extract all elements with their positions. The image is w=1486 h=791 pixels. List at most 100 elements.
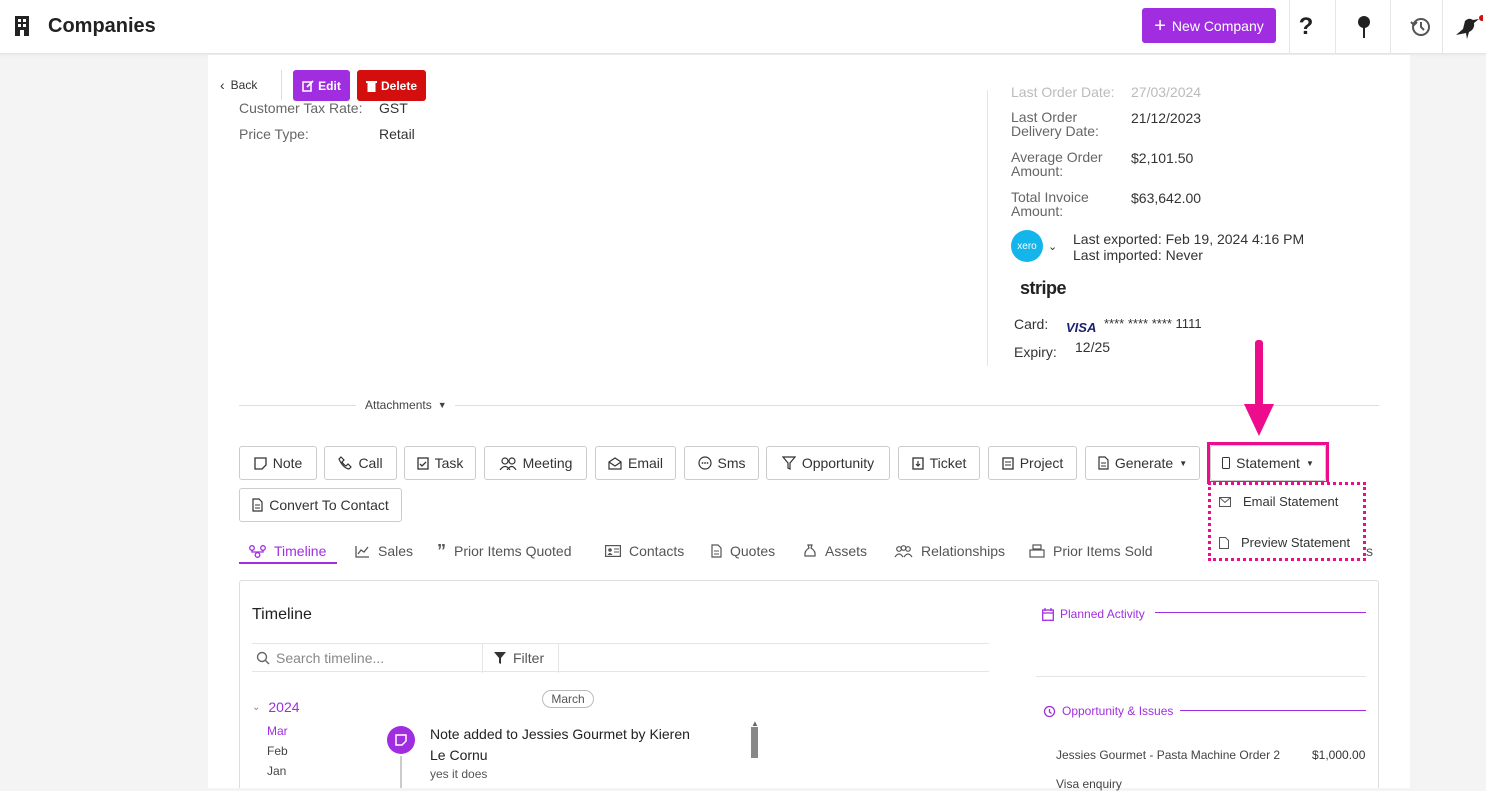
divider xyxy=(558,644,559,673)
chevron-down-icon: ⌄ xyxy=(252,701,261,713)
convert-label: Convert To Contact xyxy=(269,497,389,513)
call-button[interactable]: Call xyxy=(324,446,397,480)
divider xyxy=(987,90,988,366)
timeline-icon xyxy=(249,544,266,558)
note-button[interactable]: Note xyxy=(239,446,317,480)
search-icon xyxy=(256,651,270,665)
new-company-button[interactable]: + New Company xyxy=(1142,8,1276,43)
search-placeholder: Search timeline... xyxy=(276,650,385,666)
bird-avatar-icon[interactable] xyxy=(1452,11,1484,43)
page-title: Companies xyxy=(48,15,156,37)
filter-button[interactable]: Filter xyxy=(493,650,544,666)
tab-relationships[interactable]: Relationships xyxy=(894,538,1005,564)
convert-to-contact-button[interactable]: Convert To Contact xyxy=(239,488,402,522)
opportunity-button[interactable]: Opportunity xyxy=(766,446,890,480)
active-tab-underline xyxy=(239,562,337,564)
clipboard-icon xyxy=(1002,457,1014,470)
task-button[interactable]: Task xyxy=(404,446,476,480)
opportunity-name[interactable]: Visa enquiry xyxy=(1056,777,1122,791)
pin-icon[interactable] xyxy=(1348,11,1380,43)
opportunity-amount: $1,000.00 xyxy=(1312,748,1366,762)
visa-logo: VISA xyxy=(1066,320,1097,335)
divider xyxy=(1180,710,1366,711)
cash-register-icon xyxy=(1029,544,1045,558)
year-toggle[interactable]: ⌄ 2024 xyxy=(252,699,300,715)
history-icon[interactable] xyxy=(1405,11,1437,43)
divider xyxy=(1155,612,1366,613)
users-icon xyxy=(499,456,517,470)
tab-prior-items-sold[interactable]: Prior Items Sold xyxy=(1029,538,1153,564)
divider xyxy=(1390,0,1391,54)
xero-logo: xero xyxy=(1011,230,1043,262)
divider xyxy=(1036,676,1366,677)
caret-down-icon: ▼ xyxy=(437,400,447,410)
document-icon xyxy=(252,498,263,512)
month-jan[interactable]: Jan xyxy=(267,764,286,778)
search-timeline-input[interactable]: Search timeline... xyxy=(256,650,384,666)
envelope-icon xyxy=(1219,496,1231,507)
help-icon[interactable]: ? xyxy=(1290,11,1322,43)
quote-icon: ” xyxy=(437,541,446,561)
year-label: 2024 xyxy=(268,699,300,715)
email-button[interactable]: Email xyxy=(595,446,676,480)
note-label: Note xyxy=(272,455,303,471)
pdf-file-icon xyxy=(1219,536,1229,549)
tab-sales[interactable]: Sales xyxy=(355,538,413,564)
card-label: Card: xyxy=(1014,316,1049,332)
stripe-logo: stripe xyxy=(1020,278,1067,298)
delete-label: Delete xyxy=(380,78,418,93)
meeting-label: Meeting xyxy=(522,455,573,471)
divider xyxy=(455,405,1379,406)
clipboard-check-icon xyxy=(416,457,429,470)
chevron-down-icon[interactable]: ⌄ xyxy=(1048,240,1057,253)
tab-timeline[interactable]: Timeline xyxy=(249,538,326,564)
tab-quotes-label: Quotes xyxy=(730,543,776,559)
email-statement-item[interactable]: Email Statement xyxy=(1219,494,1338,509)
preview-statement-item[interactable]: Preview Statement xyxy=(1219,535,1350,550)
last-order-date-value: 27/03/2024 xyxy=(1131,84,1202,100)
tax-rate-value: GST xyxy=(379,100,408,116)
timeline-entry-body: yes it does xyxy=(430,767,488,781)
opportunity-name[interactable]: Jessies Gourmet - Pasta Machine Order 2 xyxy=(1056,748,1280,762)
edit-button[interactable]: Edit xyxy=(293,70,350,101)
month-feb[interactable]: Feb xyxy=(267,744,288,758)
timeline-line xyxy=(400,756,402,788)
tab-assets[interactable]: Assets xyxy=(803,538,867,564)
tab-contacts[interactable]: Contacts xyxy=(605,538,684,564)
tax-rate-label: Customer Tax Rate: xyxy=(239,100,363,116)
back-label: Back xyxy=(230,78,258,92)
statement-highlight xyxy=(1207,442,1329,484)
timeline-toolbar: Search timeline... Filter xyxy=(252,643,989,673)
filter-label: Filter xyxy=(513,650,545,666)
sms-label: Sms xyxy=(717,455,746,471)
project-button[interactable]: Project xyxy=(988,446,1077,480)
scroll-up-arrow[interactable]: ▲ xyxy=(751,719,759,728)
chat-icon xyxy=(697,456,712,470)
avg-order-value: $2,101.50 xyxy=(1131,150,1194,166)
divider xyxy=(482,644,483,673)
task-label: Task xyxy=(434,455,464,471)
generate-button[interactable]: Generate ▼ xyxy=(1085,446,1200,480)
attachments-toggle[interactable]: Attachments ▼ xyxy=(365,398,447,412)
chevron-left-icon: ‹ xyxy=(220,77,225,93)
scrollbar-thumb[interactable] xyxy=(751,727,758,758)
avg-order-label: Average Order Amount: xyxy=(1011,149,1103,179)
back-button[interactable]: ‹ Back xyxy=(220,77,257,93)
sms-button[interactable]: Sms xyxy=(684,446,759,480)
last-order-date-label: Last Order Date: xyxy=(1011,84,1115,100)
planned-activity-label: Planned Activity xyxy=(1060,607,1145,621)
tab-prior-items-quoted[interactable]: ” Prior Items Quoted xyxy=(437,538,572,564)
meeting-button[interactable]: Meeting xyxy=(484,446,587,480)
id-card-icon xyxy=(605,545,621,557)
tab-contacts-label: Contacts xyxy=(629,543,685,559)
tab-sales-label: Sales xyxy=(378,543,414,559)
last-imported: Last imported: Never xyxy=(1073,247,1203,263)
delete-button[interactable]: Delete xyxy=(357,70,426,101)
month-mar[interactable]: Mar xyxy=(267,724,288,738)
ticket-button[interactable]: Ticket xyxy=(898,446,980,480)
tab-quotes[interactable]: Quotes xyxy=(711,538,775,564)
last-delivery-value: 21/12/2023 xyxy=(1131,110,1202,126)
last-exported: Last exported: Feb 19, 2024 4:16 PM xyxy=(1073,231,1305,247)
project-label: Project xyxy=(1019,455,1064,471)
tab-timeline-label: Timeline xyxy=(274,543,327,559)
